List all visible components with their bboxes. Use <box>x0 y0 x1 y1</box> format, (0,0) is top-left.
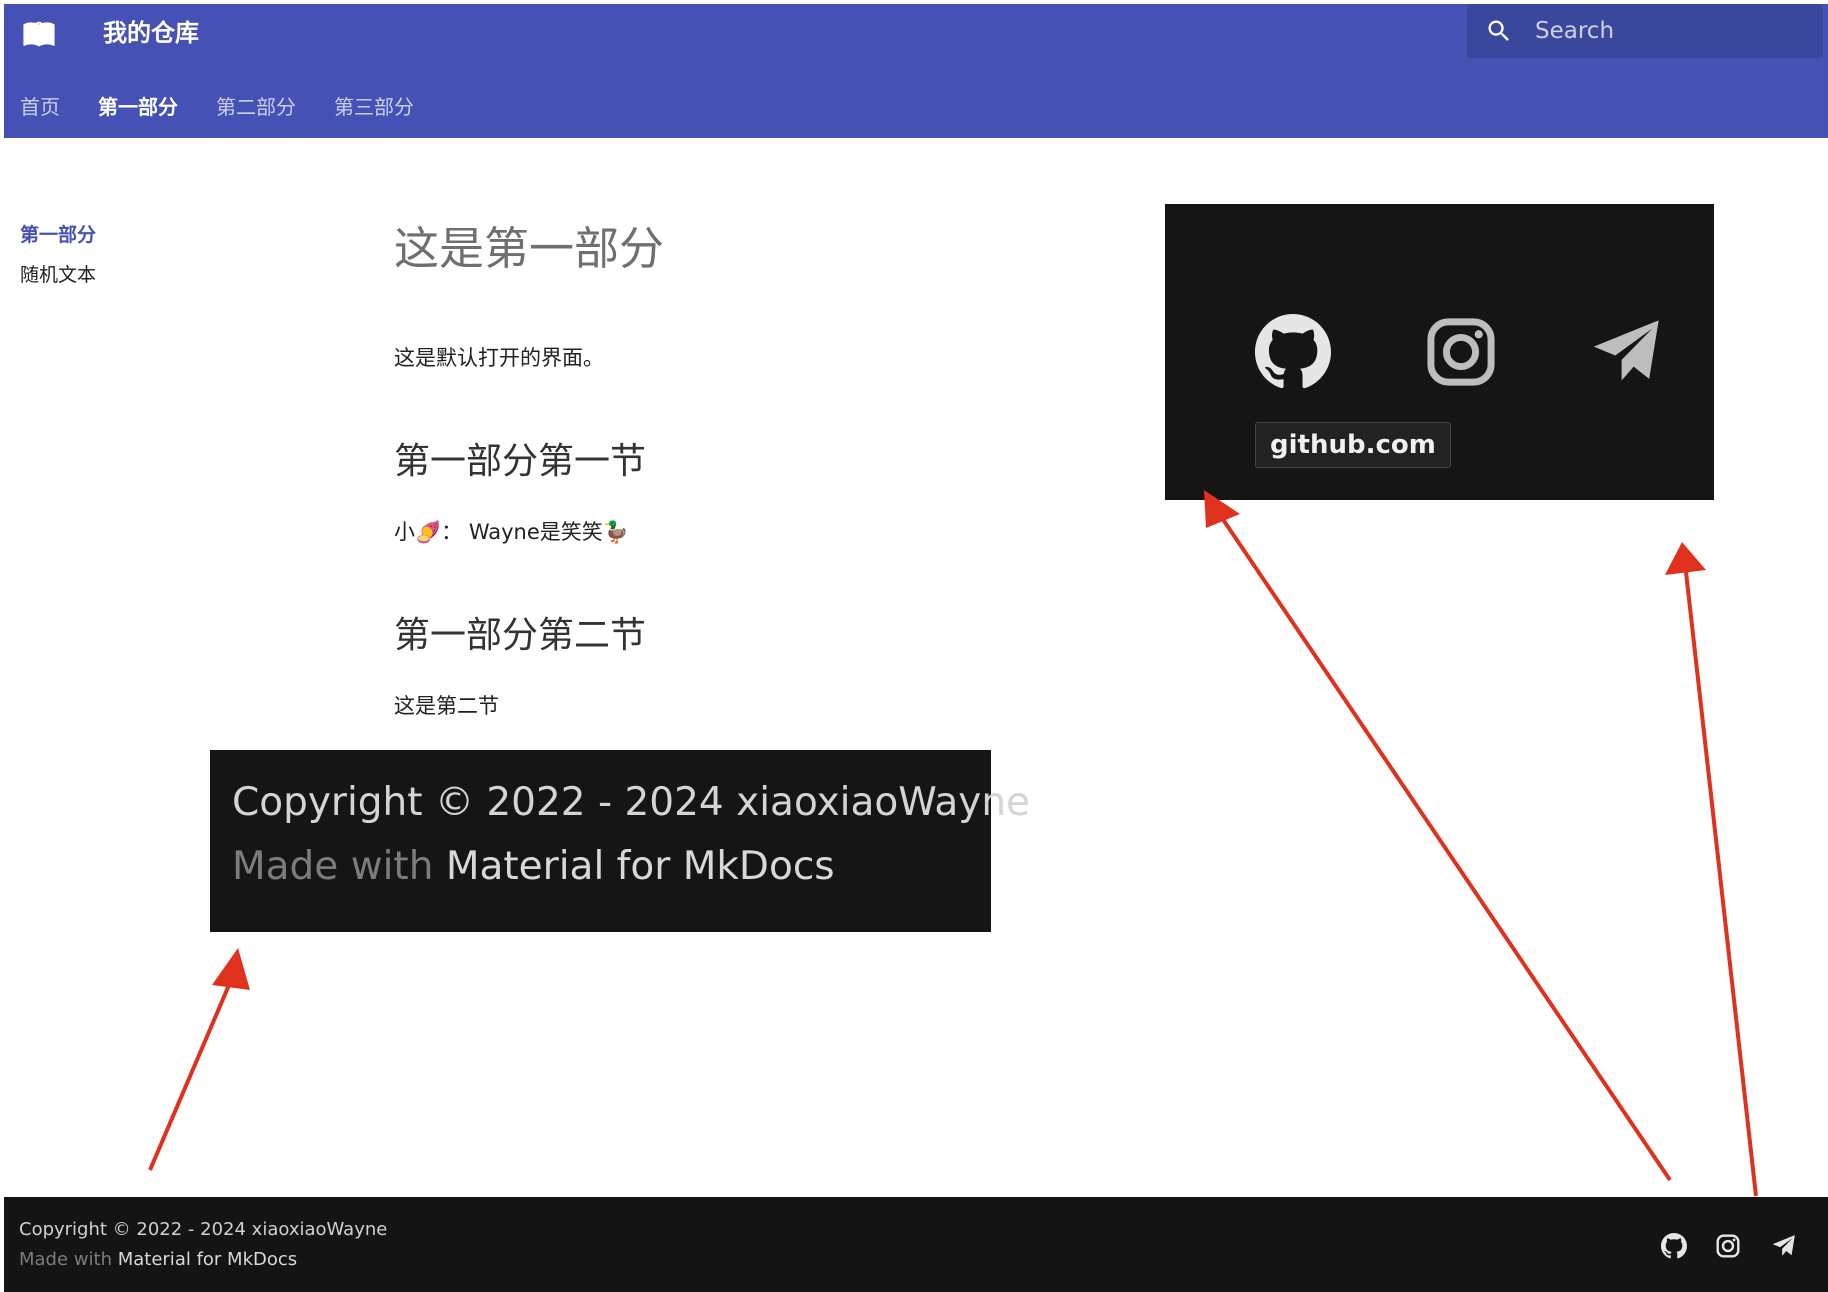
telegram-icon[interactable] <box>1771 1233 1797 1259</box>
footer-copyright: Copyright © 2022 - 2024 xiaoxiaoWayne <box>19 1219 388 1240</box>
footer: Copyright © 2022 - 2024 xiaoxiaoWayne Ma… <box>4 1197 1828 1292</box>
made-with-zoom-label: Made with <box>232 844 434 889</box>
sidebar-title[interactable]: 第一部分 <box>20 220 96 247</box>
header: 我的仓库 Search 首页 第一部分 第二部分 第三部分 <box>4 4 1828 138</box>
section-two-text: 这是第二节 <box>394 694 499 718</box>
github-icon[interactable] <box>1661 1233 1687 1259</box>
search-placeholder: Search <box>1535 18 1615 44</box>
search-icon <box>1485 17 1513 45</box>
search-input[interactable]: Search <box>1467 4 1823 58</box>
top-tabs: 首页 第一部分 第二部分 第三部分 <box>20 90 414 124</box>
instagram-icon[interactable] <box>1715 1233 1741 1259</box>
tab-part-three[interactable]: 第三部分 <box>334 90 414 124</box>
section-two-heading: 第一部分第二节 <box>394 615 647 656</box>
footer-made-with-label: Made with <box>19 1249 112 1270</box>
site-title[interactable]: 我的仓库 <box>103 16 199 50</box>
made-with-zoom: Made with Material for MkDocs <box>232 844 835 889</box>
page-title: 这是第一部分 <box>394 222 665 275</box>
telegram-icon <box>1589 314 1665 390</box>
section-one-heading: 第一部分第一节 <box>394 441 647 482</box>
instagram-icon <box>1423 314 1499 390</box>
footer-material-link[interactable]: Material for MkDocs <box>118 1249 297 1270</box>
copyright-zoom-text: Copyright © 2022 - 2024 xiaoxiaoWayne <box>232 780 1031 825</box>
github-icon <box>1255 314 1331 390</box>
github-tooltip: github.com <box>1255 422 1451 468</box>
tab-part-two[interactable]: 第二部分 <box>216 90 296 124</box>
sidebar-item-random-text[interactable]: 随机文本 <box>20 260 96 287</box>
page: 我的仓库 Search 首页 第一部分 第二部分 第三部分 第一部分 随机文本 … <box>4 4 1828 1292</box>
social-zoom-callout: github.com <box>1165 204 1714 500</box>
book-open-user-icon[interactable] <box>22 16 56 50</box>
section-one-text: 小🍠： Wayne是笑笑🦆 <box>394 520 629 544</box>
copyright-zoom-callout: Copyright © 2022 - 2024 xiaoxiaoWayne Ma… <box>210 750 1030 932</box>
tab-home[interactable]: 首页 <box>20 90 60 124</box>
tab-part-one[interactable]: 第一部分 <box>98 90 178 124</box>
intro-paragraph: 这是默认打开的界面。 <box>394 346 604 370</box>
material-zoom-link: Material for MkDocs <box>445 844 835 889</box>
footer-made-with: Made with Material for MkDocs <box>19 1249 297 1270</box>
